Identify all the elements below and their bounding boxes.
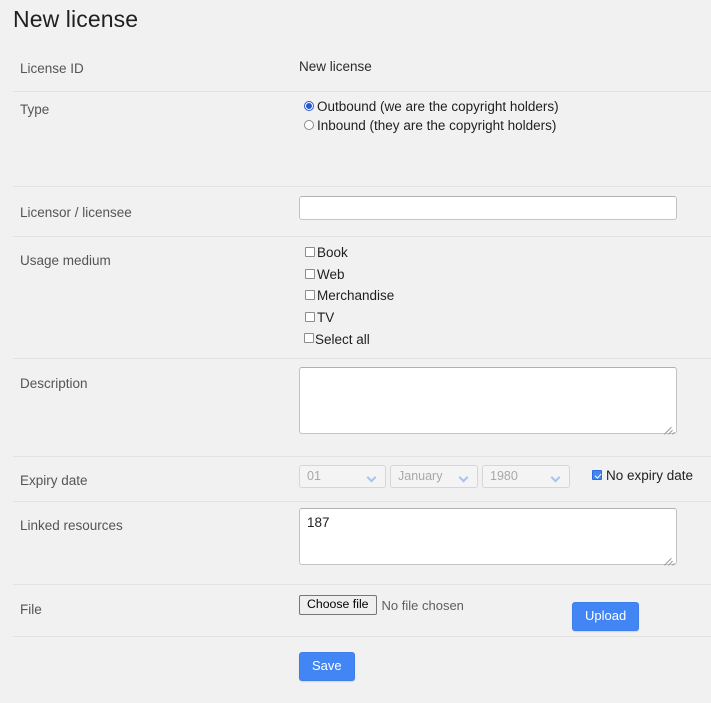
description-textarea[interactable] (299, 367, 677, 434)
form-row-save: Save (13, 636, 711, 696)
usage-medium-field: Book Web Merchandise TV Select all (299, 237, 711, 351)
linked-resources-field (299, 502, 711, 568)
chevron-down-icon (368, 474, 376, 482)
checkbox-merchandise-label: Merchandise (317, 288, 395, 304)
expiry-year-select[interactable]: 1980 (482, 465, 570, 488)
file-label: File (20, 602, 42, 617)
linked-resources-label: Linked resources (20, 518, 123, 533)
description-label: Description (20, 376, 88, 391)
description-field (299, 359, 711, 437)
licensor-label: Licensor / licensee (20, 205, 132, 220)
checkbox-option-tv[interactable]: TV (299, 307, 711, 329)
radio-option-inbound[interactable]: Inbound (they are the copyright holders) (299, 116, 565, 135)
license-id-field: New license (299, 45, 711, 76)
type-radio-group: Outbound (we are the copyright holders) … (299, 97, 711, 135)
chevron-down-icon (460, 474, 468, 482)
expiry-day-select[interactable]: 01 (299, 465, 386, 488)
description-textarea-wrap (299, 367, 677, 437)
form-row-license-id: License ID New license (13, 45, 711, 91)
save-field: Save (299, 637, 711, 681)
license-form: License ID New license Type Outbound (we… (0, 45, 711, 696)
form-row-type: Type Outbound (we are the copyright hold… (13, 91, 711, 186)
radio-inbound-icon[interactable] (304, 120, 314, 130)
form-row-linked-resources: Linked resources (13, 501, 711, 584)
radio-outbound-icon[interactable] (304, 101, 314, 111)
new-license-page: New license License ID New license Type … (0, 0, 711, 703)
checkbox-book-icon[interactable] (305, 247, 315, 257)
linked-resources-textarea[interactable] (299, 508, 677, 565)
checkbox-tv-icon[interactable] (305, 312, 315, 323)
expiry-day-value: 01 (307, 469, 321, 483)
expiry-month-value: January (398, 469, 443, 483)
type-label: Type (20, 102, 50, 117)
license-id-label: License ID (20, 61, 84, 76)
licensor-input[interactable] (299, 196, 677, 220)
upload-button[interactable]: Upload (572, 602, 640, 631)
checkbox-merchandise-icon[interactable] (305, 290, 315, 301)
file-field: Choose file No file chosen Upload (299, 585, 711, 631)
expiry-month-select[interactable]: January (390, 465, 478, 488)
licensor-field (299, 187, 711, 220)
linked-resources-textarea-wrap (299, 508, 677, 568)
license-id-value: New license (299, 59, 372, 74)
usage-medium-label: Usage medium (20, 253, 111, 268)
type-field: Outbound (we are the copyright holders) … (299, 92, 711, 135)
page-title: New license (13, 6, 139, 32)
checkbox-checked-icon[interactable] (592, 470, 602, 480)
form-row-file: File Choose file No file chosen Upload (13, 584, 711, 636)
expiry-date-label: Expiry date (20, 473, 88, 488)
checkbox-option-web[interactable]: Web (299, 264, 711, 286)
expiry-date-field: 01 January 1980 No expiry date (299, 457, 711, 488)
form-row-expiry-date: Expiry date 01 January 1980 No expiry da… (13, 456, 711, 501)
no-expiry-date-label: No expiry date (606, 468, 694, 483)
save-button[interactable]: Save (299, 652, 355, 681)
no-expiry-date-checkbox[interactable]: No expiry date (592, 468, 693, 484)
checkbox-option-book[interactable]: Book (299, 242, 711, 264)
checkbox-option-merchandise[interactable]: Merchandise (299, 285, 711, 307)
checkbox-book-label: Book (317, 245, 348, 260)
expiry-year-value: 1980 (490, 469, 518, 483)
checkbox-tv-label: TV (317, 310, 335, 326)
file-status-text: No file chosen (381, 597, 464, 613)
checkbox-option-select-all[interactable]: Select all (299, 329, 711, 351)
checkbox-select-all-label: Select all (315, 331, 370, 347)
chevron-down-icon (552, 474, 560, 482)
checkbox-web-label: Web (317, 266, 345, 282)
checkbox-select-all-icon[interactable] (304, 332, 314, 343)
radio-option-outbound[interactable]: Outbound (we are the copyright holders) (299, 97, 565, 116)
choose-file-button[interactable]: Choose file (299, 595, 377, 615)
radio-inbound-label: Inbound (they are the copyright holders) (317, 118, 557, 133)
form-row-usage-medium: Usage medium Book Web Merchandise TV Sel… (13, 236, 711, 358)
form-row-licensor: Licensor / licensee (13, 186, 711, 236)
radio-outbound-label: Outbound (we are the copyright holders) (317, 99, 559, 114)
checkbox-web-icon[interactable] (305, 268, 315, 279)
form-row-description: Description (13, 358, 711, 456)
file-input[interactable]: Choose file No file chosen Upload (299, 595, 711, 631)
